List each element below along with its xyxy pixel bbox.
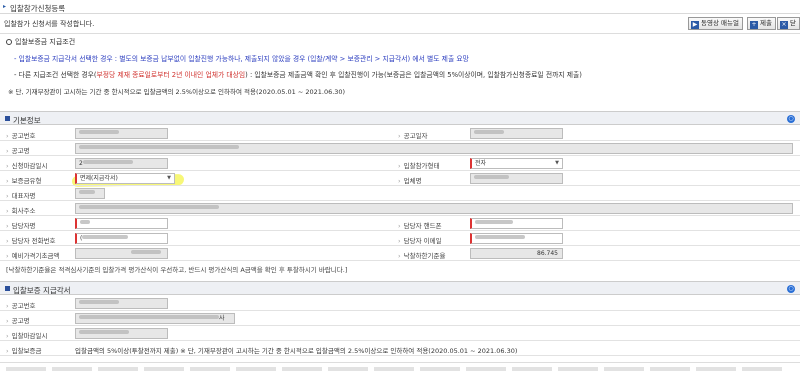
company-field [470, 173, 563, 184]
guide-line-3: ※ 단, 기재부장관이 고시하는 기간 중 한시적으로 입찰금액의 2.5%이상… [8, 88, 346, 96]
row-bond-type: 보증금유형 면제(지급각서)▼ 업체명 [0, 171, 800, 186]
mobile-input[interactable] [470, 218, 563, 229]
page-header: ▸ 입찰참가신청등록 [0, 0, 800, 14]
row-notice-name: 공고명 [0, 141, 800, 156]
guide-heading: 입찰보증금 지급조건 [6, 37, 75, 47]
label-bond-notice-no: 공고번호 [6, 300, 36, 310]
collapse-toggle-icon[interactable]: ○ [787, 115, 795, 123]
bond-row-apply-date: 입찰마감일시 [0, 326, 800, 341]
eval-type-select[interactable]: 전자 ▼ [470, 158, 563, 169]
manager-input[interactable] [75, 218, 168, 229]
notice-date-field [470, 128, 563, 139]
row-address: 회사주소 [0, 201, 800, 216]
rate-field: 86.745 [470, 248, 563, 259]
section-bullet-icon [5, 116, 10, 121]
label-rep: 대표자명 [6, 190, 36, 200]
label-apply-date: 신청마감일시 [6, 160, 48, 170]
label-notice-no: 공고번호 [6, 130, 36, 140]
bond-row-amount: 입찰보증금 입찰금액의 5%이상(투찰전까지 제출) ※ 단, 기재부장관이 고… [0, 341, 800, 356]
row-prices: 예비가격기초금액 낙찰하한기준율 86.745 [0, 246, 800, 261]
collapse-toggle-icon[interactable]: ○ [787, 285, 795, 293]
guide-line-2: - 다른 지급조건 선택한 경우(부정당 제재 종료일로부터 2년 이내인 업체… [14, 71, 582, 79]
video-icon: ▶ [691, 21, 699, 29]
label-manager: 담당자명 [6, 220, 36, 230]
chevron-right-icon: ▸ [3, 3, 7, 10]
guide-line-1: - 입찰보증금 지급각서 선택한 경우 : 별도의 보증금 납부없이 입찰진행 … [14, 55, 469, 63]
label-bond: 입찰보증금 [6, 345, 42, 355]
label-notice-date: 공고일자 [398, 130, 428, 140]
chevron-down-icon: ▼ [167, 175, 171, 181]
label-bond-apply-date: 입찰마감일시 [6, 330, 48, 340]
label-notice-name: 공고명 [6, 145, 30, 155]
label-email: 담당자 이메일 [398, 235, 442, 245]
label-prelim-price: 예비가격기초금액 [6, 250, 60, 260]
row-apply-date: 신청마감일시 2 입찰참가형태 전자▼ [0, 156, 800, 171]
bond-row-notice-no: 공고번호 [0, 296, 800, 311]
label-address: 회사주소 [6, 205, 36, 215]
bond-guide: 입찰보증금 지급조건 - 입찰보증금 지급각서 선택한 경우 : 별도의 보증금… [0, 33, 800, 108]
video-manual-button[interactable]: ▶ 동영상 매뉴얼 [688, 17, 743, 30]
bond-apply-date-field [75, 328, 168, 339]
bond-agreement-text [0, 362, 800, 372]
close-icon: × [780, 21, 788, 29]
phone-input[interactable]: ( [75, 233, 168, 244]
circle-icon [6, 39, 12, 45]
bond-text: 입찰금액의 5%이상(투찰전까지 제출) ※ 단, 기재부장관이 고시하는 기간… [75, 347, 518, 355]
email-input[interactable] [470, 233, 563, 244]
submit-button[interactable]: + 제출 [747, 17, 776, 30]
page-notice: 입찰참가 신청서를 작성합니다. [4, 20, 95, 28]
bond-row-notice-name: 공고명 사 [0, 311, 800, 326]
row-phone: 담당자 전화번호 ( 담당자 이메일 [0, 231, 800, 246]
bond-notice-no-field [75, 298, 168, 309]
bond-type-select[interactable]: 면제(지급각서) ▼ [75, 173, 175, 184]
label-bond-type: 보증금유형 [6, 175, 42, 185]
apply-date-field: 2 [75, 158, 168, 169]
rate-note: [낙찰하한기준율은 적격심사기준의 입찰가격 평가산식이 우선하고, 반드시 평… [6, 266, 348, 274]
label-company: 업체명 [398, 175, 422, 185]
chevron-down-icon: ▼ [555, 160, 559, 166]
label-rate: 낙찰하한기준율 [398, 250, 446, 260]
section-title: 기본정보 [13, 116, 41, 125]
prelim-price-field [75, 248, 168, 259]
row-notice-no: 공고번호 공고일자 [0, 126, 800, 141]
notice-name-field [75, 143, 793, 154]
row-manager: 담당자명 담당자 핸드폰 [0, 216, 800, 231]
address-field [75, 203, 793, 214]
label-mobile: 담당자 핸드폰 [398, 220, 442, 230]
bond-notice-name-field: 사 [75, 313, 235, 324]
notice-no-field [75, 128, 168, 139]
label-bond-notice-name: 공고명 [6, 315, 30, 325]
section-bullet-icon [5, 286, 10, 291]
row-rep: 대표자명 [0, 186, 800, 201]
page-title: 입찰참가신청등록 [10, 4, 66, 13]
label-phone: 담당자 전화번호 [6, 235, 56, 245]
submit-icon: + [750, 21, 758, 29]
label-eval-type: 입찰참가형태 [398, 160, 440, 170]
basic-info-section-header: 기본정보 ○ [0, 111, 800, 125]
bond-section-header: 입찰보증 지급각서 ○ [0, 281, 800, 295]
section-title: 입찰보증 지급각서 [13, 286, 71, 295]
rep-field [75, 188, 105, 199]
close-button[interactable]: × 닫 [777, 17, 800, 30]
